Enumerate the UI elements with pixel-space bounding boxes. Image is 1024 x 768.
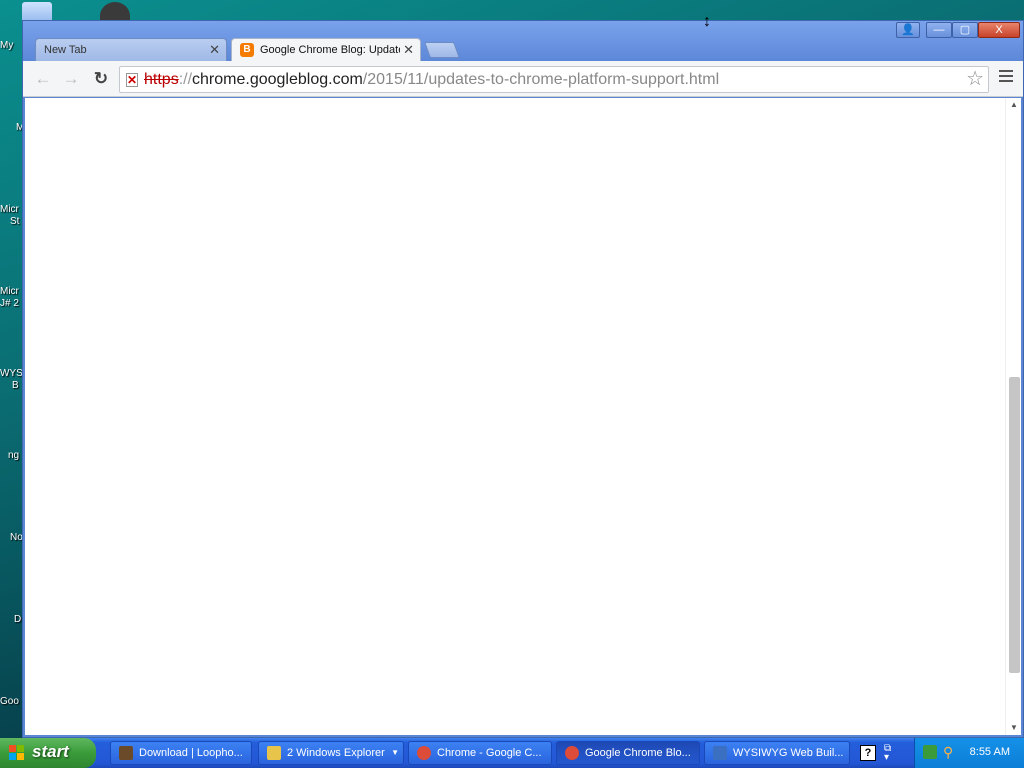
- close-button[interactable]: X: [978, 22, 1020, 38]
- new-tab-button[interactable]: [424, 42, 460, 58]
- reload-button[interactable]: ↻: [91, 69, 111, 89]
- chrome-titlebar[interactable]: 👤 — ▢ X New Tab ✕ B Google Chrome Blog: …: [23, 21, 1023, 61]
- taskbar-item-download[interactable]: Download | Loopho...: [110, 741, 252, 765]
- desktop-icon-label[interactable]: Goo: [0, 696, 24, 708]
- scroll-up-arrow-icon[interactable]: ▲: [1006, 98, 1022, 112]
- browser-toolbar: ← → ↻ ✕ https://chrome.googleblog.com/20…: [23, 61, 1023, 97]
- url-scheme: https: [144, 71, 179, 88]
- chrome-icon: [417, 746, 431, 760]
- desktop-icon-label[interactable]: Micr: [0, 204, 24, 216]
- page-content[interactable]: [25, 98, 1005, 735]
- scrollbar-thumb[interactable]: [1009, 377, 1020, 673]
- url-separator: ://: [178, 71, 193, 88]
- maximize-button[interactable]: ▢: [952, 22, 978, 38]
- show-windows-icon[interactable]: ⧉ ▾: [884, 744, 891, 763]
- start-button[interactable]: start: [0, 738, 96, 768]
- url-path: /2015/11/updates-to-chrome-platform-supp…: [362, 71, 720, 88]
- taskbar-item-label: 2 Windows Explorer: [287, 747, 385, 759]
- tab-title: New Tab: [44, 44, 87, 56]
- start-label: start: [32, 742, 69, 761]
- chrome-window: 👤 — ▢ X New Tab ✕ B Google Chrome Blog: …: [22, 20, 1024, 738]
- loophole-app-icon: [119, 746, 133, 760]
- clock[interactable]: 8:55 AM: [970, 746, 1010, 758]
- windows-flag-icon: [9, 745, 25, 761]
- taskbar: start Download | Loopho... 2 Windows Exp…: [0, 738, 1024, 768]
- desktop-icon-label[interactable]: WYS: [0, 368, 24, 380]
- blogger-icon: B: [240, 43, 254, 57]
- taskbar-item-wysiwyg[interactable]: WYSIWYG Web Buil...: [704, 741, 850, 765]
- url-host: chrome.googleblog.com: [192, 71, 363, 88]
- resize-cursor-icon: ↕: [703, 13, 711, 30]
- help-icon[interactable]: ?: [860, 745, 876, 761]
- profile-button[interactable]: 👤: [896, 22, 920, 38]
- url-text: https://chrome.googleblog.com/2015/11/up…: [144, 67, 719, 92]
- vertical-scrollbar[interactable]: ▲ ▼: [1005, 98, 1021, 735]
- close-icon[interactable]: ✕: [403, 39, 414, 61]
- folder-icon: [267, 746, 281, 760]
- address-bar[interactable]: ✕ https://chrome.googleblog.com/2015/11/…: [119, 66, 989, 93]
- chevron-down-icon: ▼: [391, 748, 399, 757]
- desktop-icon-label[interactable]: My: [0, 40, 24, 52]
- system-tray: ⚲ 8:55 AM: [914, 738, 1024, 768]
- search-tray-icon[interactable]: ⚲: [943, 744, 953, 761]
- network-tray-icon[interactable]: [923, 745, 937, 759]
- back-button[interactable]: ←: [33, 69, 53, 89]
- taskbar-item-label: Google Chrome Blo...: [585, 747, 691, 759]
- wysiwyg-app-icon: [713, 746, 727, 760]
- forward-button[interactable]: →: [61, 69, 81, 89]
- chrome-menu-icon[interactable]: [999, 70, 1013, 84]
- desktop-icon-label[interactable]: J# 2: [0, 298, 24, 310]
- tab-title: Google Chrome Blog: Update: [260, 44, 400, 56]
- taskbar-item-chrome-blog[interactable]: Google Chrome Blo...: [556, 741, 700, 765]
- minimize-button[interactable]: —: [926, 22, 952, 38]
- scroll-down-arrow-icon[interactable]: ▼: [1006, 721, 1022, 735]
- taskbar-item-chrome-google[interactable]: Chrome - Google C...: [408, 741, 552, 765]
- taskbar-item-windows-explorer[interactable]: 2 Windows Explorer ▼: [258, 741, 404, 765]
- tab-new-tab[interactable]: New Tab ✕: [35, 38, 227, 61]
- taskbar-item-label: Chrome - Google C...: [437, 747, 542, 759]
- chrome-icon: [565, 746, 579, 760]
- taskbar-item-label: WYSIWYG Web Buil...: [733, 747, 844, 759]
- taskbar-item-label: Download | Loopho...: [139, 747, 243, 759]
- desktop-icon-label[interactable]: Micr: [0, 286, 24, 298]
- broken-lock-icon[interactable]: ✕: [126, 73, 138, 87]
- bookmark-star-icon[interactable]: ☆: [966, 67, 984, 92]
- close-icon[interactable]: ✕: [209, 39, 220, 61]
- tab-chrome-blog[interactable]: B Google Chrome Blog: Update ✕: [231, 38, 421, 61]
